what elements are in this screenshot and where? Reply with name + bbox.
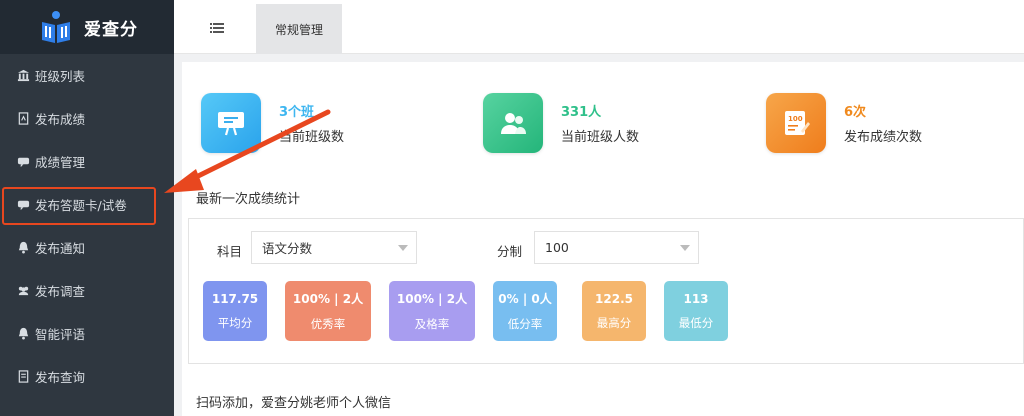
- badge-pass-rate: 100% | 2人 及格率: [389, 281, 475, 341]
- badge-value: 0% | 0人: [498, 292, 552, 306]
- badge-value: 100% | 2人: [292, 292, 364, 306]
- badge-value: 113: [683, 291, 709, 306]
- sidebar-item-label: 发布成绩: [35, 112, 86, 127]
- bell-icon: [16, 241, 30, 255]
- scale-value: 100: [545, 240, 569, 255]
- sidebar-item-publish-notice[interactable]: 发布通知: [0, 226, 174, 269]
- sidebar-item-label: 发布查询: [35, 370, 86, 385]
- file-icon: [16, 370, 30, 384]
- badge-lowest-score: 113 最低分: [664, 281, 728, 341]
- badge-average: 117.75 平均分: [203, 281, 267, 341]
- stat-student-count: 331人 当前班级人数: [483, 93, 639, 153]
- badge-label: 最高分: [596, 315, 632, 330]
- tab-general-management[interactable]: 常规管理: [256, 4, 342, 54]
- subject-value: 语文分数: [262, 241, 313, 256]
- badge-low-rate: 0% | 0人 低分率: [493, 281, 557, 341]
- document-icon: [16, 112, 30, 126]
- sidebar-item-publish-query[interactable]: 发布查询: [0, 355, 174, 398]
- sidebar-item-label: 成绩管理: [35, 155, 86, 170]
- stat-value: 6次: [844, 105, 867, 120]
- latest-stats-box: 科目 语文分数 分制 100 117.75 平均分 100% | 2人 优秀率 …: [188, 218, 1024, 364]
- badge-highest-score: 122.5 最高分: [582, 281, 646, 341]
- subject-select[interactable]: 语文分数: [251, 231, 417, 264]
- stat-value: 3个班: [279, 105, 315, 120]
- highlight-box: [2, 187, 156, 225]
- sidebar-item-label: 班级列表: [35, 69, 86, 84]
- sidebar-item-class-list[interactable]: 班级列表: [0, 54, 174, 97]
- users-icon: [16, 284, 30, 298]
- app-name: 爱查分: [84, 19, 138, 40]
- bell-icon: [16, 327, 30, 341]
- stat-label: 发布成绩次数: [844, 130, 923, 145]
- stat-label: 当前班级数: [279, 130, 345, 145]
- chevron-down-icon: [680, 245, 690, 251]
- scale-select[interactable]: 100: [534, 231, 699, 264]
- sidebar: 爱查分 班级列表 发布成绩 成绩管理 发布答题卡/试卷 发布通知 发布调查 智能…: [0, 0, 174, 416]
- bank-icon: [16, 69, 30, 83]
- badge-value: 122.5: [595, 291, 633, 306]
- badge-label: 平均分: [217, 315, 253, 330]
- app-logo[interactable]: 爱查分: [0, 0, 174, 54]
- scale-label: 分制: [497, 244, 523, 259]
- subject-label: 科目: [217, 244, 243, 259]
- book-logo-icon: [42, 11, 70, 43]
- svg-text:100: 100: [788, 115, 803, 123]
- stat-publish-count: 100 6次 发布成绩次数: [766, 93, 922, 153]
- stat-class-count: 3个班 当前班级数: [201, 93, 344, 153]
- badge-value: 117.75: [211, 291, 259, 306]
- sidebar-item-label: 发布调查: [35, 284, 86, 299]
- stat-icon-classes: [201, 93, 261, 153]
- sidebar-item-label: 智能评语: [35, 327, 86, 342]
- sidebar-item-smart-comments[interactable]: 智能评语: [0, 312, 174, 355]
- sidebar-item-score-management[interactable]: 成绩管理: [0, 140, 174, 183]
- stat-icon-students: [483, 93, 543, 153]
- users-icon: [501, 113, 526, 134]
- section-title-wechat: 扫码添加，爱查分姚老师个人微信: [196, 396, 392, 411]
- badge-label: 优秀率: [310, 317, 346, 331]
- top-bar: 常规管理: [174, 0, 1024, 54]
- sidebar-item-publish-answer-sheet[interactable]: 发布答题卡/试卷: [0, 183, 174, 226]
- badge-label: 及格率: [414, 317, 450, 331]
- badge-value: 100% | 2人: [396, 292, 468, 306]
- sidebar-item-publish-survey[interactable]: 发布调查: [0, 269, 174, 312]
- badge-excellent-rate: 100% | 2人 优秀率: [285, 281, 371, 341]
- score-sheet-icon: 100: [785, 111, 810, 135]
- chevron-down-icon: [398, 245, 408, 251]
- badge-label: 低分率: [507, 317, 543, 331]
- sidebar-item-publish-scores[interactable]: 发布成绩: [0, 97, 174, 140]
- main-panel: 3个班 当前班级数 331人 当前班级人数 100 6次 发布成绩次数 最新一次…: [182, 62, 1024, 416]
- stat-label: 当前班级人数: [561, 130, 640, 145]
- menu-toggle-button[interactable]: [200, 18, 234, 38]
- sidebar-item-label: 发布通知: [35, 241, 86, 256]
- section-title-latest: 最新一次成绩统计: [196, 192, 301, 207]
- stat-value: 331人: [561, 105, 602, 120]
- presentation-board-icon: [218, 112, 244, 136]
- stat-icon-publish: 100: [766, 93, 826, 153]
- list-icon: [210, 23, 224, 33]
- badge-label: 最低分: [678, 315, 714, 330]
- speech-bubble-icon: [16, 155, 30, 169]
